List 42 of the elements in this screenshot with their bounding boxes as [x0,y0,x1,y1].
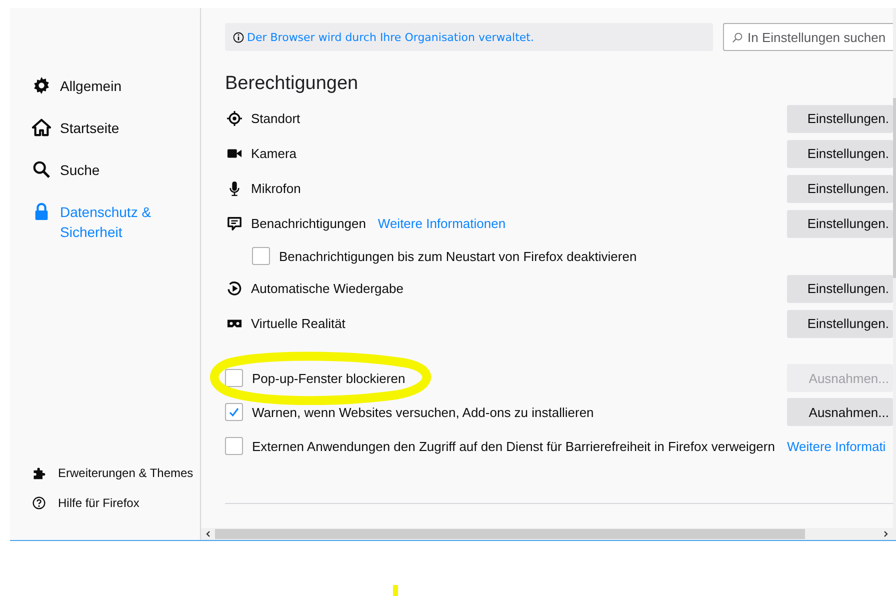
sidebar-item[interactable]: Startseite [32,118,200,138]
permission-label: Virtuelle Realität [251,316,346,331]
target-icon [227,111,242,126]
permission-label: Benachrichtigungen [251,216,366,231]
exceptions-button[interactable]: Ausnahmen... [787,398,893,426]
settings-button[interactable]: Einstellungen. [787,140,893,168]
scrollbar-thumb[interactable] [215,529,805,539]
permission-label: Automatische Wiedergabe [251,281,404,296]
microphone-icon [227,181,242,196]
search-icon [32,160,51,179]
settings-button[interactable]: Einstellungen. [787,210,893,238]
help-icon [32,496,46,510]
gear-icon [32,76,51,95]
speech-bubble-icon [227,216,242,231]
checkbox-label: Pop-up-Fenster blockieren [252,370,406,386]
checkbox-label: Benachrichtigungen bis zum Neustart von Firefox deaktivieren [279,248,637,264]
sidebar-item[interactable]: Suche [32,160,200,180]
checkmark-icon [228,406,240,418]
checkbox[interactable] [225,437,243,455]
search-icon [732,32,743,42]
search-field[interactable]: In Einstellungen suchen [722,23,893,51]
checkbox-label: Warnen, wenn Websites versuchen, Add-ons zu installieren [252,404,594,420]
permission-label: Mikrofon [251,181,301,196]
settings-button[interactable]: Einstellungen. [787,310,893,338]
play-circle-icon [227,281,242,296]
checkbox[interactable] [252,247,270,265]
settings-button[interactable]: Einstellungen. [787,174,893,202]
checkbox[interactable] [225,369,243,387]
section-heading: Berechtigungen [225,73,360,95]
permission-label: Standort [251,111,300,126]
settings-button[interactable]: Einstellungen. [787,104,893,132]
sidebar-link[interactable]: Erweiterungen & Themes [32,466,200,480]
settings-button[interactable]: Einstellungen. [787,274,893,302]
sidebar-link[interactable]: Hilfe für Firefox [32,496,200,510]
puzzle-icon [32,466,46,480]
checkbox-label: Externen Anwendungen den Zugriff auf den Dienst für Barrierefreiheit in Firefox verweigern [252,438,775,454]
checkbox[interactable] [225,403,243,421]
sidebar-item[interactable]: Allgemein [32,76,200,96]
permission-label: Kamera [251,146,297,161]
info-icon [233,32,244,42]
highlight-stroke [393,585,398,596]
home-icon [32,118,51,137]
